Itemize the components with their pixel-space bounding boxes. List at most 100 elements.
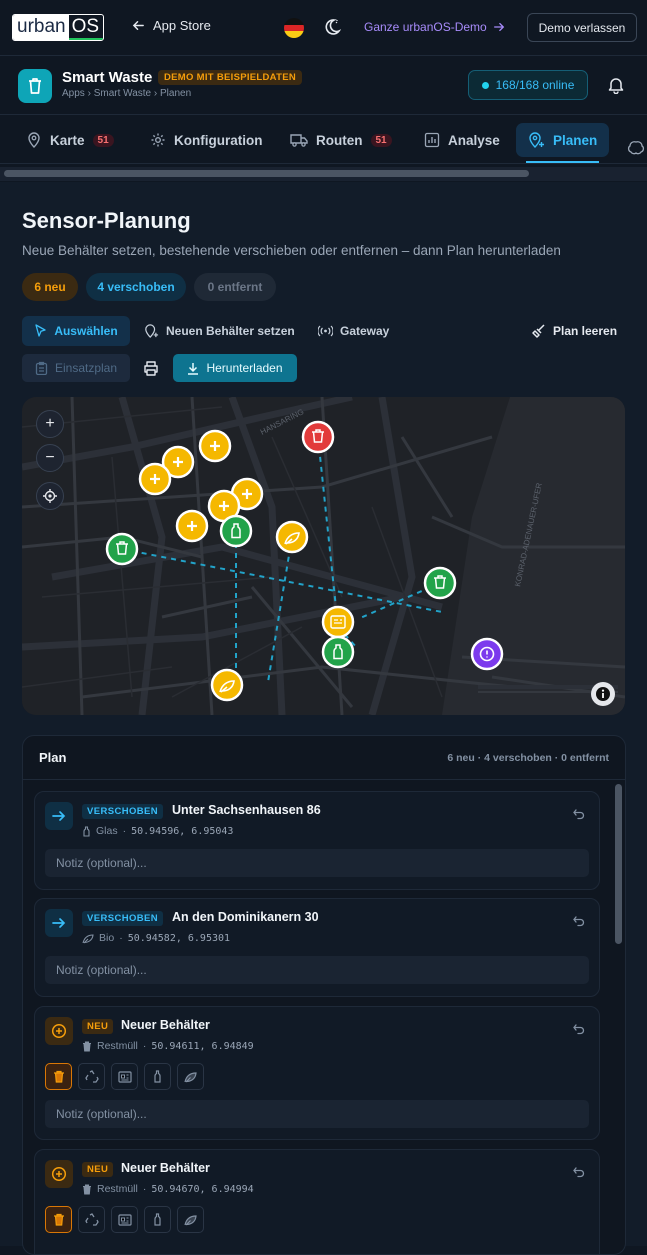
leaf-icon [184, 1214, 197, 1225]
item-name: Unter Sachsenhausen 86 [172, 803, 321, 817]
note-input[interactable]: Notiz (optional)... [45, 1100, 589, 1128]
move-arrow-icon [45, 802, 73, 830]
online-status-badge[interactable]: 168/168 online [468, 70, 588, 100]
marker-new[interactable] [198, 429, 232, 463]
logo-text-urban: urban [13, 15, 69, 40]
scrollbar-thumb[interactable] [4, 170, 529, 177]
type-bio-button[interactable] [177, 1206, 204, 1233]
type-paper-button[interactable] [111, 1063, 138, 1090]
tab-routen-count: 51 [370, 133, 392, 147]
undo-icon[interactable] [573, 1166, 585, 1178]
marker-gateway[interactable] [470, 637, 504, 671]
undo-icon[interactable] [573, 808, 585, 820]
map-canvas[interactable]: HANSARING KONRAD-ADENAUER-UFER [22, 397, 625, 715]
marker-new[interactable] [175, 509, 209, 543]
gateway-tool-button[interactable]: Gateway [318, 316, 389, 346]
undo-icon[interactable] [573, 915, 585, 927]
item-meta: Restmüll · 50.94670, 6.94994 [82, 1183, 254, 1195]
item-meta: Glas · 50.94596, 6.95043 [82, 825, 233, 837]
bell-icon[interactable] [607, 76, 625, 94]
exit-demo-button[interactable]: Demo verlassen [527, 13, 637, 42]
map-pin-plus-icon [529, 132, 544, 148]
select-tool-button[interactable]: Auswählen [22, 316, 130, 346]
newspaper-icon [117, 1070, 132, 1083]
type-recycling-button[interactable] [78, 1063, 105, 1090]
breadcrumb-apps[interactable]: Apps [62, 88, 85, 99]
app-title: Smart Waste [62, 69, 153, 86]
plan-item[interactable]: VERSCHOBEN Unter Sachsenhausen 86 Glas ·… [34, 791, 600, 890]
gear-icon [151, 133, 165, 147]
main-content: Sensor-Planung Neue Behälter setzen, bes… [0, 182, 647, 1255]
status-badge: NEU [82, 1162, 114, 1177]
type-recycling-button[interactable] [78, 1206, 105, 1233]
plan-item[interactable]: VERSCHOBEN An den Dominikanern 30 Bio · … [34, 898, 600, 997]
tab-analyse-label: Analyse [448, 132, 500, 148]
plan-summary: 6 neu · 4 verschoben · 0 entfernt [447, 752, 609, 764]
type-glass-button[interactable] [144, 1206, 171, 1233]
note-input[interactable]: Notiz (optional)... [45, 849, 589, 877]
map-info-button[interactable] [591, 682, 615, 706]
german-flag-icon[interactable] [284, 18, 304, 38]
info-icon [596, 687, 610, 701]
plan-scrollbar[interactable] [615, 784, 622, 944]
radio-icon [318, 325, 333, 337]
app-store-label: App Store [153, 18, 211, 33]
marker-bio[interactable] [210, 668, 244, 702]
deployment-plan-button[interactable]: Einsatzplan [22, 354, 130, 382]
tab-planen[interactable]: Planen [516, 123, 610, 163]
tab-analyse[interactable]: Analyse [424, 123, 500, 157]
type-restmuell-button[interactable] [45, 1063, 72, 1090]
breadcrumb-smart-waste[interactable]: Smart Waste [94, 88, 151, 99]
marker-glass[interactable] [219, 514, 253, 548]
type-glass-button[interactable] [144, 1063, 171, 1090]
marker-glass[interactable] [321, 635, 355, 669]
download-button[interactable]: Herunterladen [173, 354, 297, 382]
place-container-label: Neuen Behälter setzen [166, 324, 295, 338]
marker-restmuell[interactable] [423, 566, 457, 600]
app-store-link[interactable]: App Store [132, 18, 211, 33]
type-restmuell-button[interactable] [45, 1206, 72, 1233]
plan-item[interactable]: NEU Neuer Behälter Restmüll · 50.94670, … [34, 1149, 600, 1254]
zoom-in-button[interactable]: + [36, 410, 64, 438]
item-coordinates: 50.94596, 6.95043 [131, 825, 234, 837]
new-count-pill: 6 neu [22, 273, 78, 301]
locate-button[interactable] [36, 482, 64, 510]
tab-konfiguration[interactable]: Konfiguration [150, 123, 262, 157]
move-arrow-icon [45, 909, 73, 937]
logo-text-os: OS [68, 15, 104, 40]
arrow-left-icon [132, 21, 144, 30]
marker-new[interactable] [138, 462, 172, 496]
plus-circle-icon [45, 1017, 73, 1045]
breadcrumb-planen: Planen [160, 88, 192, 99]
moon-icon[interactable] [321, 17, 341, 37]
plan-item[interactable]: NEU Neuer Behälter Restmüll · 50.94611, … [34, 1006, 600, 1140]
place-container-button[interactable]: Neuen Behälter setzen [144, 316, 295, 346]
bottle-icon [83, 825, 90, 837]
undo-icon[interactable] [573, 1023, 585, 1035]
horizontal-scrollbar[interactable] [0, 167, 647, 181]
type-bio-button[interactable] [177, 1063, 204, 1090]
bar-chart-icon [424, 132, 440, 148]
zoom-out-button[interactable]: − [36, 444, 64, 472]
top-bar: urban OS App Store Ganze urbanOS-Demo Dem… [0, 0, 647, 56]
type-paper-button[interactable] [111, 1206, 138, 1233]
clipboard-icon [35, 361, 48, 375]
tab-karte[interactable]: Karte 51 [26, 123, 114, 157]
full-demo-link[interactable]: Ganze urbanOS-Demo [364, 20, 505, 34]
item-name: An den Dominikanern 30 [172, 910, 319, 924]
item-name: Neuer Behälter [121, 1018, 210, 1032]
note-input[interactable]: Notiz (optional)... [45, 956, 589, 984]
trash-icon [83, 1040, 91, 1052]
clear-plan-button[interactable]: Plan leeren [532, 316, 617, 346]
brain-icon[interactable] [627, 140, 645, 156]
marker-restmuell[interactable] [105, 532, 139, 566]
planning-map[interactable]: HANSARING KONRAD-ADENAUER-UFER + − [22, 397, 625, 715]
tab-karte-label: Karte [50, 132, 85, 148]
marker-bio[interactable] [275, 520, 309, 554]
printer-icon[interactable] [143, 361, 159, 376]
urbanos-logo[interactable]: urban OS [12, 14, 105, 41]
tab-routen[interactable]: Routen 51 [290, 123, 392, 157]
marker-removed-trash[interactable] [301, 420, 335, 454]
marker-paper[interactable] [321, 605, 355, 639]
tab-routen-label: Routen [316, 132, 363, 148]
